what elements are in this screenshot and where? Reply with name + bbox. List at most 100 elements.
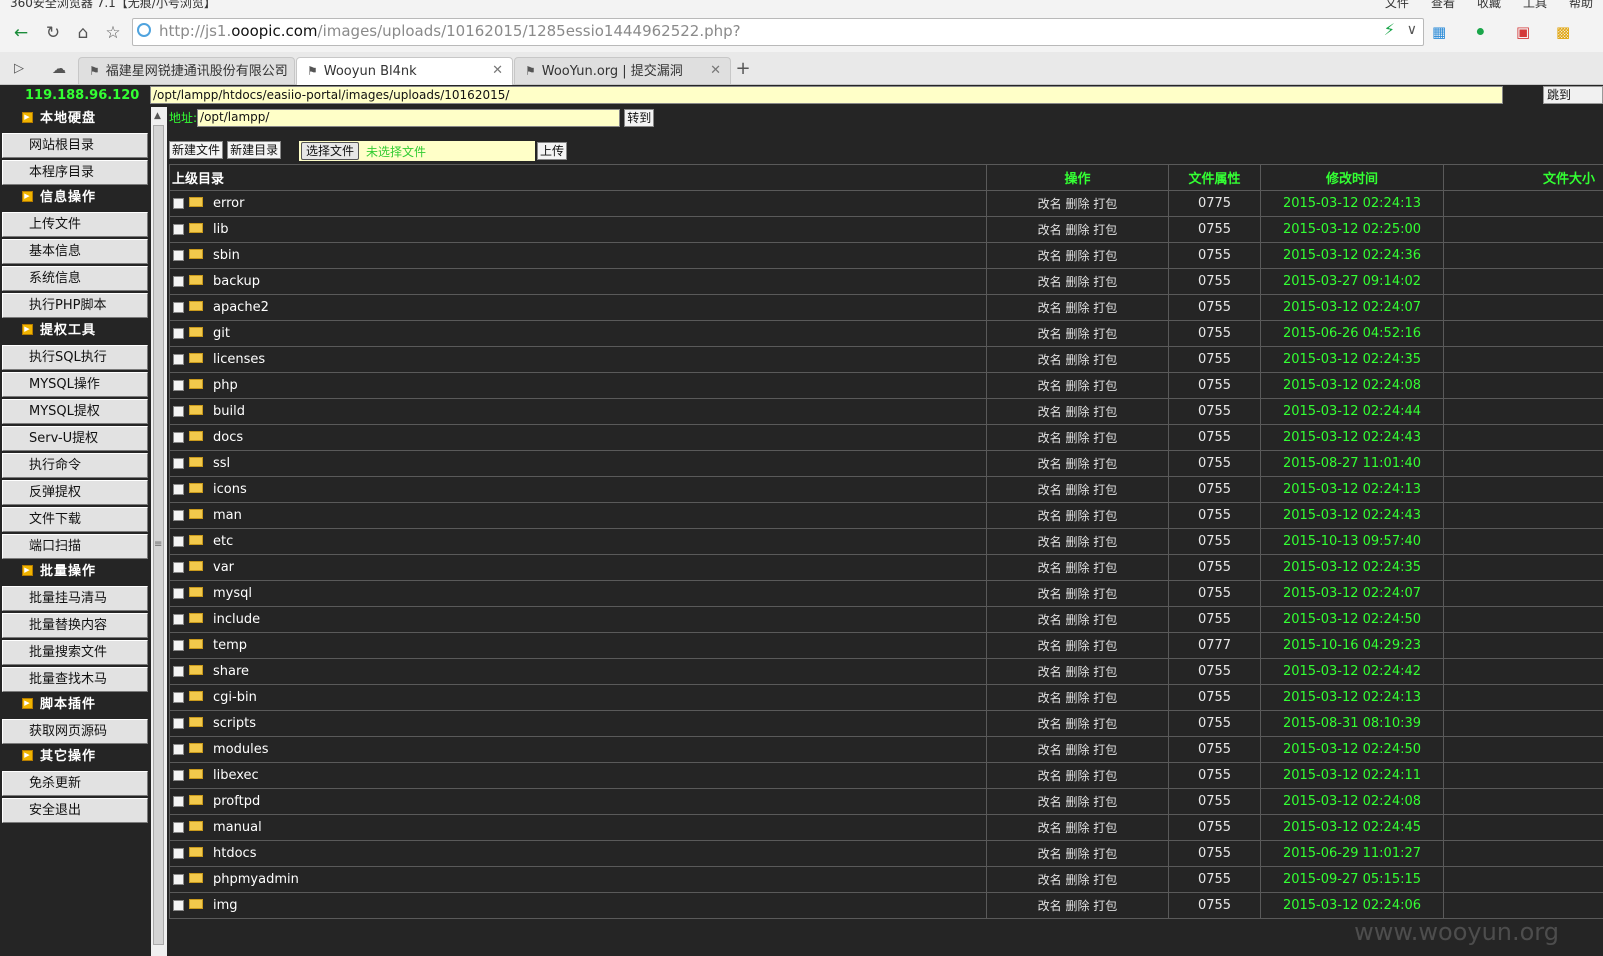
back-icon[interactable]: ← bbox=[10, 22, 32, 44]
sidebar-item[interactable]: 安全退出 bbox=[2, 798, 148, 823]
browser-menu-item[interactable]: 文件 bbox=[1385, 0, 1409, 11]
sidebar-item[interactable]: 批量挂马清马 bbox=[2, 586, 148, 611]
cell-ops[interactable]: 改名 删除 打包 bbox=[986, 684, 1169, 711]
go-button[interactable]: 转到 bbox=[624, 109, 655, 127]
folder-name-link[interactable]: scripts bbox=[213, 716, 256, 731]
tab-fjxw[interactable]: ⚑ 福建星网锐捷通讯股份有限公司 ✕ bbox=[78, 57, 295, 84]
folder-name-link[interactable]: img bbox=[213, 898, 238, 913]
row-checkbox[interactable] bbox=[173, 276, 184, 287]
row-checkbox[interactable] bbox=[173, 744, 184, 755]
cell-ops[interactable]: 改名 删除 打包 bbox=[986, 632, 1169, 659]
scroll-up-icon[interactable]: ▲ bbox=[154, 111, 161, 121]
row-checkbox[interactable] bbox=[173, 900, 184, 911]
upload-button[interactable]: 上传 bbox=[537, 142, 568, 160]
row-checkbox[interactable] bbox=[173, 354, 184, 365]
cell-time[interactable]: 2015-08-31 08:10:39 bbox=[1260, 710, 1444, 737]
cell-time[interactable]: 2015-09-27 05:15:15 bbox=[1260, 866, 1444, 893]
row-checkbox[interactable] bbox=[173, 380, 184, 391]
shield-icon[interactable]: ⚫ bbox=[1474, 22, 1487, 42]
row-checkbox[interactable] bbox=[173, 198, 184, 209]
folder-name-link[interactable]: libexec bbox=[213, 768, 259, 783]
row-checkbox[interactable] bbox=[173, 770, 184, 781]
folder-name-link[interactable]: sbin bbox=[213, 248, 240, 263]
cell-perm[interactable]: 0755 bbox=[1168, 528, 1261, 555]
cell-time[interactable]: 2015-03-12 02:24:36 bbox=[1260, 242, 1444, 269]
cell-ops[interactable]: 改名 删除 打包 bbox=[986, 372, 1169, 399]
folder-name-link[interactable]: build bbox=[213, 404, 245, 419]
tab-wooyun-bl4nk[interactable]: ⚑ Wooyun Bl4nk ✕ bbox=[296, 57, 513, 85]
folder-name-link[interactable]: icons bbox=[213, 482, 247, 497]
sidebar-item[interactable]: MYSQL操作 bbox=[2, 372, 148, 397]
cell-time[interactable]: 2015-10-13 09:57:40 bbox=[1260, 528, 1444, 555]
folder-name-link[interactable]: cgi-bin bbox=[213, 690, 257, 705]
cell-ops[interactable]: 改名 删除 打包 bbox=[986, 398, 1169, 425]
apps-grid-icon[interactable]: ▦ bbox=[1432, 22, 1446, 42]
cell-time[interactable]: 2015-08-27 11:01:40 bbox=[1260, 450, 1444, 477]
row-checkbox[interactable] bbox=[173, 614, 184, 625]
cell-perm[interactable]: 0755 bbox=[1168, 788, 1261, 815]
cell-ops[interactable]: 改名 删除 打包 bbox=[986, 424, 1169, 451]
cell-time[interactable]: 2015-03-12 02:24:07 bbox=[1260, 294, 1444, 321]
row-checkbox[interactable] bbox=[173, 224, 184, 235]
cell-time[interactable]: 2015-03-12 02:24:50 bbox=[1260, 736, 1444, 763]
cell-time[interactable]: 2015-03-27 09:14:02 bbox=[1260, 268, 1444, 295]
tab-wooyun-submit[interactable]: ⚑ WooYun.org | 提交漏洞 ✕ bbox=[514, 57, 731, 84]
cell-time[interactable]: 2015-03-12 02:24:11 bbox=[1260, 762, 1444, 789]
cell-time[interactable]: 2015-03-12 02:24:50 bbox=[1260, 606, 1444, 633]
cell-time[interactable]: 2015-03-12 02:24:08 bbox=[1260, 788, 1444, 815]
browser-menu-item[interactable]: 查看 bbox=[1431, 0, 1455, 11]
cell-time[interactable]: 2015-10-16 04:29:23 bbox=[1260, 632, 1444, 659]
favorite-star-icon[interactable]: ☆ bbox=[102, 22, 124, 44]
sidebar-item[interactable]: 执行SQL执行 bbox=[2, 345, 148, 370]
cell-time[interactable]: 2015-06-26 04:52:16 bbox=[1260, 320, 1444, 347]
cell-perm[interactable]: 0755 bbox=[1168, 372, 1261, 399]
cell-perm[interactable]: 0755 bbox=[1168, 450, 1261, 477]
cell-time[interactable]: 2015-03-12 02:24:42 bbox=[1260, 658, 1444, 685]
folder-name-link[interactable]: manual bbox=[213, 820, 262, 835]
folder-name-link[interactable]: include bbox=[213, 612, 260, 627]
row-checkbox[interactable] bbox=[173, 718, 184, 729]
cell-perm[interactable]: 0755 bbox=[1168, 658, 1261, 685]
parent-dir-link[interactable]: 上级目录 bbox=[169, 164, 987, 191]
cell-perm[interactable]: 0755 bbox=[1168, 320, 1261, 347]
cell-ops[interactable]: 改名 删除 打包 bbox=[986, 892, 1169, 919]
jump-button[interactable]: 跳到 bbox=[1543, 86, 1603, 104]
browser-menu-item[interactable]: 帮助 bbox=[1569, 0, 1593, 11]
cell-perm[interactable]: 0755 bbox=[1168, 736, 1261, 763]
row-checkbox[interactable] bbox=[173, 406, 184, 417]
cell-ops[interactable]: 改名 删除 打包 bbox=[986, 788, 1169, 815]
row-checkbox[interactable] bbox=[173, 484, 184, 495]
row-checkbox[interactable] bbox=[173, 510, 184, 521]
cell-perm[interactable]: 0775 bbox=[1168, 190, 1261, 217]
cell-time[interactable]: 2015-03-12 02:24:43 bbox=[1260, 424, 1444, 451]
folder-name-link[interactable]: proftpd bbox=[213, 794, 260, 809]
cell-perm[interactable]: 0755 bbox=[1168, 684, 1261, 711]
scroll-thumb[interactable] bbox=[153, 125, 164, 945]
cell-time[interactable]: 2015-03-12 02:24:45 bbox=[1260, 814, 1444, 841]
row-checkbox[interactable] bbox=[173, 432, 184, 443]
cell-time[interactable]: 2015-03-12 02:24:08 bbox=[1260, 372, 1444, 399]
cell-perm[interactable]: 0755 bbox=[1168, 398, 1261, 425]
browser-menu-item[interactable]: 工具 bbox=[1523, 0, 1547, 11]
cell-ops[interactable]: 改名 删除 打包 bbox=[986, 736, 1169, 763]
cell-perm[interactable]: 0755 bbox=[1168, 840, 1261, 867]
sidebar-item[interactable]: 上传文件 bbox=[2, 212, 148, 237]
cell-perm[interactable]: 0755 bbox=[1168, 580, 1261, 607]
folder-name-link[interactable]: man bbox=[213, 508, 242, 523]
cell-perm[interactable]: 0755 bbox=[1168, 606, 1261, 633]
sidebar-item[interactable]: 免杀更新 bbox=[2, 771, 148, 796]
close-icon[interactable]: ✕ bbox=[274, 58, 285, 84]
cell-time[interactable]: 2015-03-12 02:24:13 bbox=[1260, 684, 1444, 711]
row-checkbox[interactable] bbox=[173, 796, 184, 807]
sidebar-item[interactable]: Serv-U提权 bbox=[2, 426, 148, 451]
home-icon[interactable]: ⌂ bbox=[72, 22, 94, 44]
cell-perm[interactable]: 0755 bbox=[1168, 554, 1261, 581]
row-checkbox[interactable] bbox=[173, 692, 184, 703]
row-checkbox[interactable] bbox=[173, 328, 184, 339]
cell-perm[interactable]: 0755 bbox=[1168, 814, 1261, 841]
cell-time[interactable]: 2015-06-29 11:01:27 bbox=[1260, 840, 1444, 867]
sidebar-item[interactable]: 基本信息 bbox=[2, 239, 148, 264]
sidebar-item[interactable]: 端口扫描 bbox=[2, 534, 148, 559]
cell-ops[interactable]: 改名 删除 打包 bbox=[986, 216, 1169, 243]
sidebar-toggle-icon[interactable]: ▷ bbox=[8, 58, 30, 80]
